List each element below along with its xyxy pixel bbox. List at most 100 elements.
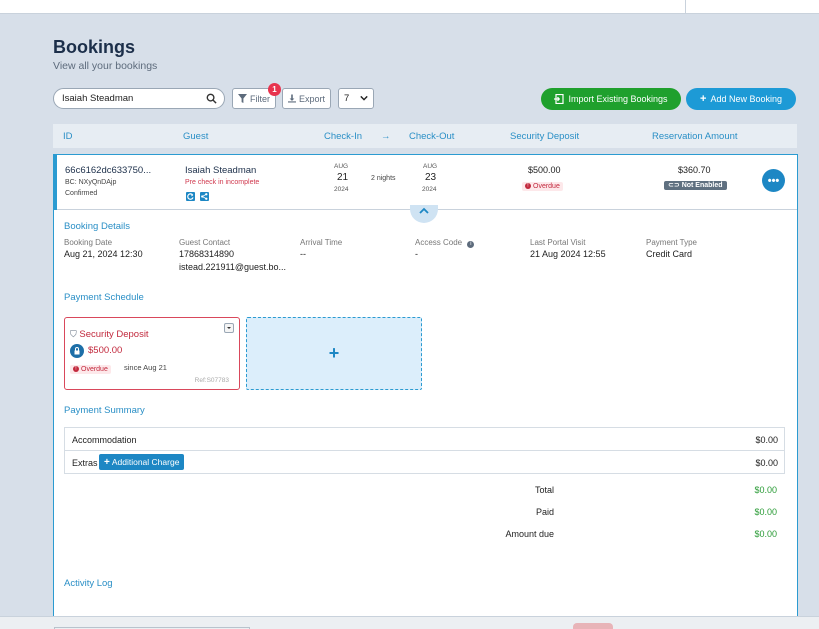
chevron-up-icon	[419, 207, 429, 214]
collapse-button[interactable]	[410, 205, 438, 223]
import-label: Import Existing Bookings	[568, 94, 668, 104]
booking-date-label: Booking Date	[64, 238, 113, 247]
last-portal-visit-label: Last Portal Visit	[530, 238, 586, 247]
amount-due-value: $0.00	[754, 529, 777, 539]
extras-row: Extras + Additional Charge $0.00	[65, 451, 784, 474]
schedule-ref: Ref:S07783	[194, 377, 229, 384]
guest-phone[interactable]: 17868314890	[179, 249, 234, 259]
link-icon: ⊂⊃	[668, 182, 680, 189]
add-booking-label: Add New Booking	[710, 94, 782, 104]
top-bar-divider	[685, 0, 686, 14]
booking-code: BC: NXyQnDAjp	[65, 179, 117, 186]
paid-label: Paid	[535, 507, 554, 517]
add-payment-button[interactable]: +	[246, 317, 422, 390]
payment-type-value: Credit Card	[646, 249, 693, 259]
page-subtitle: View all your bookings	[53, 60, 158, 72]
page-size-select[interactable]: 7	[338, 88, 374, 109]
plus-icon: +	[700, 93, 707, 105]
caret-down-icon	[227, 327, 231, 329]
search-icon[interactable]	[206, 93, 217, 104]
booking-status: Confirmed	[65, 190, 98, 197]
payment-schedule-title: Payment Schedule	[64, 292, 144, 303]
checkout-year: 2024	[422, 186, 437, 193]
amount-due-label: Amount due	[505, 529, 554, 539]
row-accent	[54, 155, 57, 210]
accommodation-label: Accommodation	[72, 435, 137, 445]
checkin-month: AUG	[334, 163, 349, 170]
security-deposit-title: Security Deposit	[79, 329, 149, 340]
refresh-icon[interactable]	[186, 192, 195, 201]
security-deposit-header: ⛉ Security Deposit	[70, 329, 149, 340]
alert-icon: !	[525, 183, 531, 189]
security-deposit-card[interactable]: ⛉ Security Deposit $500.00 ! Overdue sinc…	[64, 317, 240, 390]
column-check-in[interactable]: Check-In	[324, 131, 362, 142]
search-input[interactable]	[62, 93, 202, 104]
download-icon	[288, 94, 296, 103]
info-icon[interactable]: i	[467, 241, 475, 248]
plus-icon: +	[104, 456, 110, 468]
bottom-bar	[0, 616, 819, 629]
top-bar	[0, 0, 819, 14]
column-check-out[interactable]: Check-Out	[409, 131, 454, 142]
column-security-deposit[interactable]: Security Deposit	[510, 131, 579, 142]
reservation-status-badge: ⊂⊃ Not Enabled	[664, 179, 727, 190]
card-dropdown-button[interactable]	[224, 323, 234, 333]
accommodation-row: Accommodation $0.00	[65, 428, 784, 451]
shield-icon: ⛉	[70, 329, 77, 339]
schedule-status: Overdue	[81, 365, 108, 373]
search-box[interactable]	[53, 88, 225, 109]
chevron-down-icon	[360, 95, 368, 101]
guest-name[interactable]: Isaiah Steadman	[185, 165, 256, 176]
add-payment-symbol: +	[328, 343, 340, 363]
total-label: Total	[534, 485, 554, 495]
schedule-status-badge: ! Overdue	[70, 362, 111, 374]
page-title: Bookings	[53, 37, 136, 57]
table-header: ID Guest Check-In → Check-Out Security D…	[53, 124, 797, 148]
schedule-since: since Aug 21	[124, 363, 167, 372]
arrival-time-label: Arrival Time	[300, 238, 343, 247]
deposit-status: Overdue	[533, 182, 560, 190]
alert-icon: !	[73, 366, 79, 372]
activity-log-title: Activity Log	[64, 578, 113, 589]
precheck-status: Pre check in incomplete	[185, 179, 260, 186]
add-booking-button[interactable]: + Add New Booking	[686, 88, 796, 110]
reservation-status: Not Enabled	[681, 182, 723, 189]
access-code-value: -	[415, 249, 418, 259]
more-actions-button[interactable]: •••	[762, 169, 785, 192]
payment-type-label: Payment Type	[646, 238, 697, 247]
security-deposit-amount: $500.00	[88, 345, 123, 356]
additional-charge-button[interactable]: + Additional Charge	[99, 454, 185, 470]
booking-details-title: Booking Details	[64, 221, 131, 232]
guest-email[interactable]: istead.221911@guest.bo...	[179, 262, 286, 272]
page-size-value: 7	[344, 93, 350, 104]
additional-charge-label: Additional Charge	[111, 457, 180, 467]
booking-date-value: Aug 21, 2024 12:30	[64, 249, 143, 259]
checkout-month: AUG	[423, 163, 438, 170]
paid-value: $0.00	[754, 507, 777, 517]
booking-id[interactable]: 66c6162dc633750...	[65, 165, 151, 176]
lock-icon	[70, 344, 84, 358]
checkin-day: 21	[337, 172, 349, 183]
table-row[interactable]: 66c6162dc633750... BC: NXyQnDAjp Confirm…	[54, 155, 797, 210]
import-icon	[554, 94, 565, 104]
column-id[interactable]: ID	[63, 131, 73, 142]
access-code-label: Access Code i	[415, 238, 475, 248]
deposit-amount: $500.00	[528, 165, 561, 175]
export-button[interactable]: Export	[282, 88, 331, 109]
deposit-status-badge: ! Overdue	[522, 179, 563, 191]
guest-contact-label: Guest Contact	[179, 238, 231, 247]
extras-value: $0.00	[755, 458, 778, 468]
share-icon[interactable]	[200, 192, 209, 201]
last-portal-visit-value: 21 Aug 2024 12:55	[530, 249, 606, 259]
booking-card: 66c6162dc633750... BC: NXyQnDAjp Confirm…	[53, 154, 798, 624]
access-code-label-text: Access Code	[415, 238, 463, 247]
extras-label: Extras	[72, 458, 98, 468]
ellipsis-icon: •••	[767, 174, 780, 187]
checkin-year: 2024	[334, 186, 349, 193]
total-value: $0.00	[754, 485, 777, 495]
column-guest[interactable]: Guest	[183, 131, 208, 142]
column-reservation-amount[interactable]: Reservation Amount	[652, 131, 738, 142]
nights-count: 2 nights	[371, 175, 396, 182]
filter-icon	[238, 94, 247, 103]
import-bookings-button[interactable]: Import Existing Bookings	[541, 88, 681, 110]
